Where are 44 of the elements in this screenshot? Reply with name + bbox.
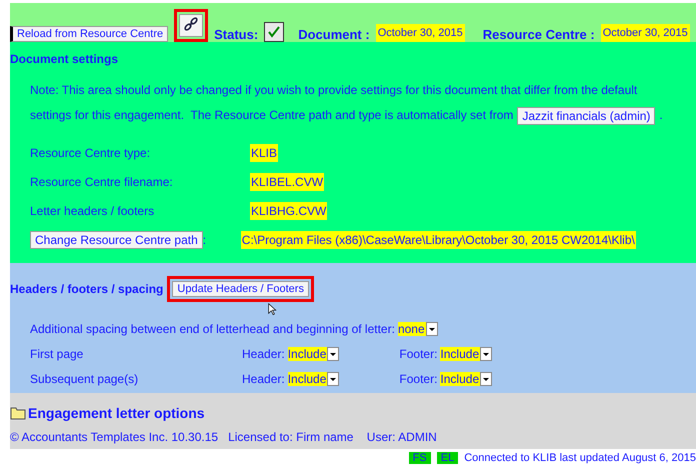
spacing-label: Additional spacing between end of letterhead and beginning of letter: <box>30 322 395 336</box>
setting-label: Letter headers / footers <box>30 204 156 218</box>
setting-value: KLIBEL.CVW <box>250 172 324 190</box>
status-badge: EL <box>436 452 458 464</box>
section-title: Document settings <box>10 52 120 66</box>
chain-link-icon <box>183 16 200 32</box>
header-label: Header: <box>242 346 285 360</box>
connection-status: Connected to KLIB last updated August 6, 2015 <box>464 452 696 464</box>
footer-dropdown[interactable]: Include <box>440 372 492 386</box>
setting-label: Resource Centre filename: <box>30 174 174 188</box>
link-button[interactable] <box>179 14 204 37</box>
status-badge: FS <box>408 452 431 464</box>
footer-label: Footer: <box>399 346 438 360</box>
change-path-button[interactable]: Change Resource Centre path <box>30 230 203 248</box>
footer-label: Footer: <box>399 372 438 386</box>
page-label: First page <box>30 346 84 360</box>
update-headers-button[interactable]: Update Headers / Footers <box>172 281 309 297</box>
folder-icon <box>10 406 26 420</box>
path-value: C:\Program Files (x86)\CaseWare\Library\October 30, 2015 CW2014\Klib\ <box>240 230 636 248</box>
header-label: Header: <box>242 372 285 386</box>
document-date: October 30, 2015 <box>376 24 465 42</box>
header-dropdown[interactable]: Include <box>288 372 340 386</box>
setting-label: Resource Centre type: <box>30 146 152 160</box>
status-checkbox[interactable] <box>264 22 284 42</box>
resource-centre-date: October 30, 2015 <box>600 24 690 42</box>
jazzit-button[interactable]: Jazzit financials (admin) <box>517 106 656 124</box>
setting-value: KLIB <box>250 144 278 162</box>
reload-button[interactable]: Reload from Resource Centre <box>10 26 168 42</box>
document-label: Document : <box>298 27 370 42</box>
path-colon: : <box>202 232 208 246</box>
copyright-text: © Accountants Templates Inc. 10.30.15 Licensed to: Firm name User: ADMIN <box>10 430 438 444</box>
resource-centre-label: Resource Centre : <box>482 27 595 42</box>
section-title: Headers / footers / spacing <box>10 282 164 296</box>
note-text: Note: This area should only be changed if you wish to provide settings for this document that differ from the default <box>30 82 638 99</box>
engagement-options-link[interactable]: Engagement letter options <box>28 405 205 421</box>
footer-dropdown[interactable]: Include <box>440 346 492 360</box>
spacing-dropdown[interactable]: none <box>398 322 438 336</box>
status-label: Status: <box>214 27 258 42</box>
note-period: . <box>659 107 663 124</box>
header-dropdown[interactable]: Include <box>288 346 340 360</box>
mouse-cursor-icon <box>268 303 277 316</box>
note-text: settings for this engagement. The Resource Centre path and type is automatically set from <box>30 107 514 124</box>
page-label: Subsequent page(s) <box>30 372 140 386</box>
setting-value: KLIBHG.CVW <box>250 202 328 220</box>
